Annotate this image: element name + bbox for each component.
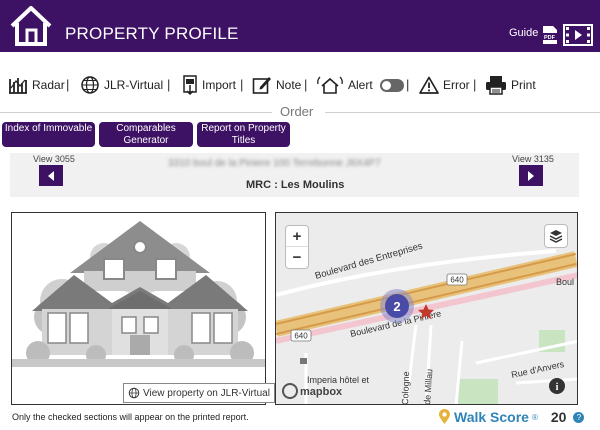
alert-house-icon: [317, 76, 343, 94]
radar-icon: [9, 78, 27, 94]
toolbar-separator: |: [167, 77, 171, 92]
mrc-label: MRC : Les Moulins: [246, 179, 345, 191]
layers-button[interactable]: [544, 224, 568, 248]
toolbar-error-label: Error: [443, 78, 470, 92]
zoom-in-button[interactable]: +: [286, 226, 308, 247]
app-header: PROPERTY PROFILE Guide PDF: [0, 0, 600, 52]
note-icon: [252, 77, 271, 94]
order-label: Order: [280, 104, 314, 119]
printer-icon: [486, 76, 506, 95]
toolbar-print-label: Print: [511, 78, 536, 92]
mapbox-logo: mapbox: [300, 386, 343, 398]
index-of-immovable-button[interactable]: Index of Immovable: [2, 122, 95, 147]
toolbar-separator: |: [66, 77, 70, 92]
toolbar-error[interactable]: Error: [419, 72, 470, 98]
location-pin-icon: [439, 409, 450, 424]
view-on-jlr-virtual-link[interactable]: View property on JLR-Virtual: [123, 383, 275, 403]
globe-icon: [128, 387, 140, 399]
toolbar-separator: |: [406, 77, 410, 92]
warning-icon: [419, 76, 439, 94]
arrow-right-icon: [528, 170, 534, 181]
house-placeholder-icon: [12, 221, 265, 367]
print-sections-note: Only the checked sections will appear on…: [12, 412, 249, 422]
video-icon[interactable]: [563, 24, 593, 46]
walk-score-value: 20: [550, 409, 567, 425]
globe-icon: [81, 76, 99, 94]
map-panel[interactable]: Boulevard des Entreprises Boulevard de l…: [275, 212, 578, 405]
alert-toggle[interactable]: [379, 78, 404, 92]
toolbar-note-label: Note: [276, 78, 302, 92]
street-label: Boul: [556, 277, 574, 287]
property-photo-panel: [11, 212, 266, 405]
poi-label: Imperia hôtel et: [307, 375, 370, 385]
toolbar-separator: |: [473, 77, 477, 92]
map-canvas: Boulevard des Entreprises Boulevard de l…: [276, 213, 577, 405]
import-icon: [183, 75, 197, 95]
svg-text:i: i: [556, 382, 559, 393]
toolbar-alert[interactable]: Alert: [316, 72, 404, 98]
help-icon[interactable]: ?: [573, 411, 585, 423]
toolbar-separator: |: [304, 77, 308, 92]
previous-property-button[interactable]: [39, 165, 63, 186]
previous-view-label: View 3055: [33, 154, 75, 164]
next-property-button[interactable]: [519, 165, 543, 186]
property-address: 3310 boul de la Piniere 100 Terrebonne J…: [168, 158, 381, 169]
toolbar-radar[interactable]: Radar: [8, 72, 65, 98]
walk-score-registered: ®: [531, 412, 538, 422]
zoom-out-button[interactable]: −: [286, 247, 308, 268]
toolbar-separator: |: [240, 77, 244, 92]
toolbar-import[interactable]: Import: [182, 72, 236, 98]
street-label: Cologne: [400, 371, 411, 405]
toolbar-radar-label: Radar: [32, 78, 65, 92]
report-property-titles-button[interactable]: Report on Property Titles: [197, 122, 290, 147]
walk-score-label: Walk Score: [454, 409, 529, 425]
toolbar-jlr-virtual-label: JLR-Virtual: [104, 78, 164, 92]
layers-icon: [549, 230, 563, 243]
pdf-icon[interactable]: PDF: [541, 25, 559, 45]
page-title: PROPERTY PROFILE: [65, 24, 239, 43]
comparables-generator-button[interactable]: Comparables Generator: [99, 122, 193, 147]
walk-score: Walk Score ® 20 ?: [438, 409, 585, 425]
guide-label[interactable]: Guide: [509, 27, 538, 39]
toolbar-print[interactable]: Print: [485, 72, 536, 98]
toolbar-alert-label: Alert: [348, 78, 373, 92]
toolbar: Radar | JLR-Virtual | Import | Note | Al…: [0, 72, 600, 98]
view-on-jlr-virtual-label: View property on JLR-Virtual: [143, 387, 270, 399]
arrow-left-icon: [48, 170, 54, 181]
order-divider-left: [0, 112, 272, 113]
route-shield: 640: [294, 332, 308, 341]
order-divider-right: [325, 112, 600, 113]
house-logo-icon: [10, 6, 52, 46]
pdf-label: PDF: [544, 35, 556, 41]
toolbar-jlr-virtual[interactable]: JLR-Virtual: [80, 72, 163, 98]
next-view-label: View 3135: [512, 154, 554, 164]
toolbar-import-label: Import: [202, 78, 237, 92]
route-shield: 640: [450, 276, 464, 285]
cluster-marker: 2: [393, 299, 400, 314]
toolbar-note[interactable]: Note: [252, 72, 301, 98]
zoom-controls: + −: [285, 225, 309, 269]
